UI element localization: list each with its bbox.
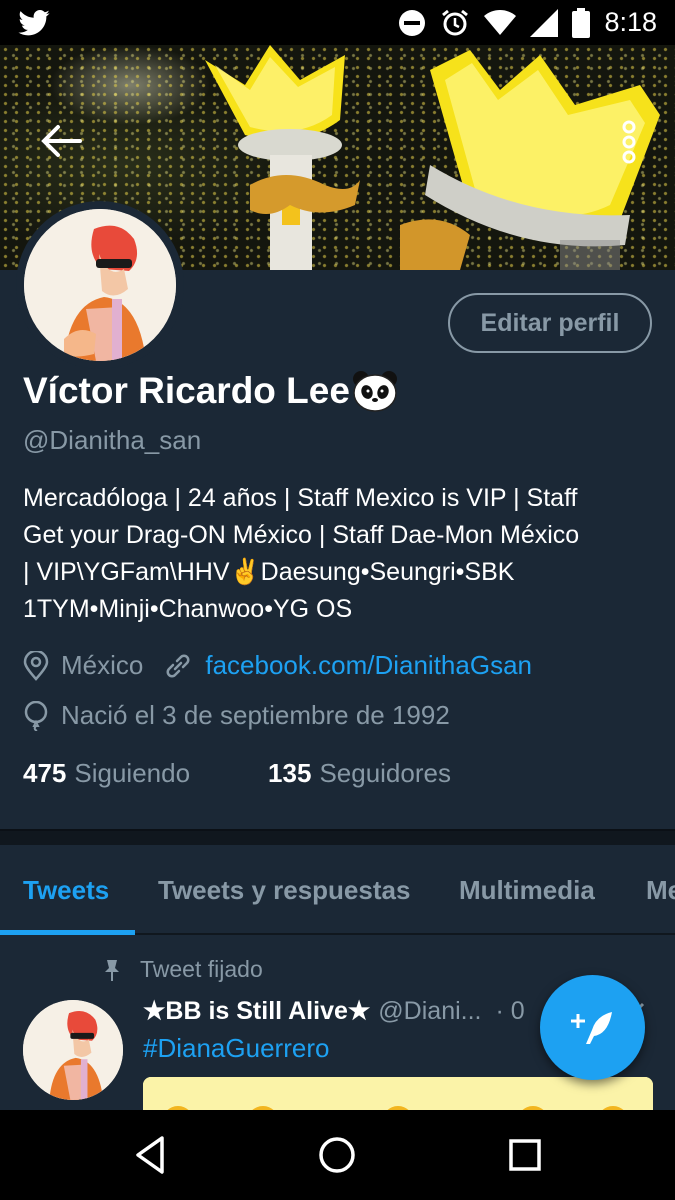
- avatar-image: [24, 209, 176, 361]
- avatar[interactable]: [24, 209, 176, 361]
- back-button[interactable]: [40, 123, 82, 159]
- wifi-icon: [484, 9, 517, 35]
- profile-handle: @Dianitha_san: [23, 425, 202, 455]
- home-circle-icon[interactable]: [314, 1132, 360, 1178]
- tweet-avatar-image: [23, 1000, 123, 1100]
- compose-feather-icon: [570, 1011, 612, 1044]
- followers-count: 135: [268, 758, 312, 788]
- edit-profile-button[interactable]: Editar perfil: [448, 293, 652, 353]
- profile-tabs: Tweets Tweets y respuestas Multimedia Me: [0, 845, 675, 935]
- section-divider: [0, 829, 675, 845]
- back-triangle-icon[interactable]: [128, 1132, 174, 1178]
- tab-label: Me: [646, 874, 675, 905]
- panda-emoji-icon: [352, 371, 397, 412]
- tweet-author-handle: @Diani...: [378, 997, 482, 1025]
- profile-name: Víctor Ricardo Lee: [23, 370, 398, 412]
- link-icon: [166, 654, 190, 677]
- followers-stat[interactable]: 135 Seguidores: [268, 758, 451, 789]
- profile-birthday-row: Nació el 3 de septiembre de 1992: [23, 700, 450, 731]
- tweet-hashtag[interactable]: #DianaGuerrero: [143, 1033, 329, 1064]
- balloon-icon: [24, 700, 48, 731]
- following-label: Siguiendo: [74, 758, 191, 788]
- tab-likes[interactable]: Me: [646, 845, 675, 935]
- battery-icon: [572, 7, 591, 38]
- tab-label: Tweets: [23, 874, 110, 905]
- arrow-left-icon: [41, 125, 82, 157]
- more-vertical-icon: [622, 120, 636, 164]
- active-tab-indicator: [0, 930, 135, 935]
- status-time: 8:18: [604, 7, 657, 37]
- profile-stats: 475 Siguiendo 135 Seguidores: [23, 758, 451, 789]
- compose-tweet-button[interactable]: [540, 975, 645, 1080]
- signal-icon: [530, 8, 559, 37]
- tweet-author-avatar[interactable]: [23, 1000, 123, 1100]
- alarm-icon: [442, 9, 469, 35]
- bio-line: Mercadóloga | 24 años | Staff Mexico is …: [23, 484, 578, 512]
- tab-label: Multimedia: [459, 874, 595, 905]
- location-pin-icon: [23, 650, 49, 681]
- profile-name-text: Víctor Ricardo Lee: [23, 370, 350, 411]
- tweet-time: · 0: [495, 997, 525, 1025]
- android-nav-bar: [0, 1110, 675, 1200]
- profile-avatar-frame: [16, 201, 184, 369]
- profile-location: México: [61, 650, 144, 680]
- pinned-tweet-label: Tweet fijado: [102, 956, 263, 983]
- profile-location-row: México facebook.com/DianithaGsan: [23, 650, 532, 681]
- pin-icon: [105, 959, 119, 981]
- tab-media[interactable]: Multimedia: [459, 845, 595, 935]
- followers-label: Seguidores: [319, 758, 451, 788]
- profile-website-link[interactable]: facebook.com/DianithaGsan: [205, 650, 532, 681]
- tab-tweets[interactable]: Tweets: [23, 845, 109, 935]
- recents-square-icon[interactable]: [502, 1132, 548, 1178]
- bio-line: Get your Drag-ON México | Staff Dae-Mon …: [23, 521, 580, 549]
- status-bar: 8:18: [0, 0, 675, 45]
- following-stat[interactable]: 475 Siguiendo: [23, 758, 190, 789]
- profile-bio: Mercadóloga | 24 años | Staff Mexico is …: [23, 480, 653, 628]
- pinned-tweet-text: Tweet fijado: [140, 956, 263, 982]
- more-options-button[interactable]: [619, 119, 639, 165]
- tweet-author-name[interactable]: ★BB is Still Alive★: [143, 996, 370, 1026]
- twitter-bird-icon: [18, 10, 50, 36]
- tab-tweets-and-replies[interactable]: Tweets y respuestas: [158, 845, 410, 935]
- tab-label: Tweets y respuestas: [158, 874, 411, 905]
- bio-line: 1TYM•Minji•Chanwoo•YG OS: [23, 595, 353, 623]
- bio-line: | VIP\YGFam\HHV✌Daesung•Seungri•SBK: [23, 558, 515, 586]
- following-count: 475: [23, 758, 67, 788]
- dnd-icon: [399, 9, 426, 36]
- profile-birthday: Nació el 3 de septiembre de 1992: [61, 700, 450, 730]
